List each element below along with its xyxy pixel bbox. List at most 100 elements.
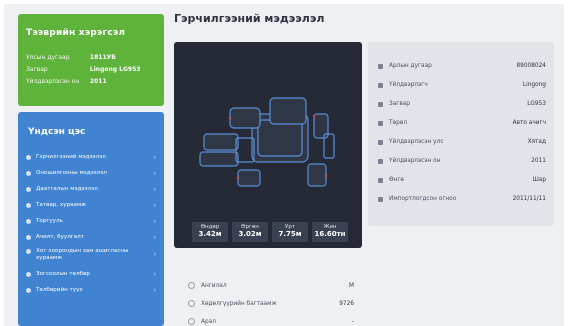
menu-item-label: Хот хоорондын зам ашигласны хураамж — [36, 248, 129, 261]
document-icon — [26, 155, 31, 160]
spec-row-import-date: Импортлогдсон огноо 2011/11/11 — [378, 193, 546, 205]
dimension-height: Өндөр 3.42м — [192, 222, 228, 242]
page-title: Гэрчилгээний мэдээлэл — [174, 12, 325, 25]
color-icon — [378, 177, 383, 183]
circle-icon — [188, 300, 195, 307]
spec-label: Импортлогдсон огноо — [389, 196, 457, 202]
chevron-right-icon: › — [153, 186, 156, 193]
menu-item-fines[interactable]: Торгууль › — [24, 214, 158, 229]
dimension-weight: Жин 16.60тн — [312, 222, 348, 242]
spec-value: 89008024 — [516, 63, 546, 69]
extra-row-category: Ангилал M — [188, 280, 354, 292]
vehicle-row-label: Үйлдвэрлэсэн он — [26, 78, 80, 85]
menu-item-label: Төлбөрийн түүх — [36, 287, 83, 293]
menu-item-label: Зогсоолын төлбөр — [36, 271, 90, 277]
menu-item-label: Ачилт, буулгалт — [36, 234, 85, 240]
dimension-label: Өргөн — [241, 224, 259, 230]
extra-row-engine: Хөдөлгүүрийн багтаамж 9726 — [188, 298, 354, 310]
dimension-label: Урт — [284, 224, 296, 230]
chevron-right-icon: › — [153, 287, 156, 294]
dimension-value: 3.02м — [238, 230, 262, 238]
spec-value: 2011/11/11 — [512, 196, 546, 202]
menu-item-label: Даатгалын мэдээлэл — [36, 186, 98, 192]
chevron-right-icon: › — [153, 271, 156, 278]
main-menu: Үндсэн цэс Гэрчилгээний мэдээлэл › Оноши… — [18, 112, 164, 326]
fine-icon — [26, 219, 31, 224]
circle-icon — [188, 282, 195, 289]
vehicle-model-row: Загвар Lingong LG953 — [26, 66, 158, 73]
umbrella-icon — [26, 187, 31, 192]
spec-value: Авто ачигч — [512, 120, 546, 126]
menu-item-label: Торгууль — [36, 218, 63, 224]
spec-label: Өнгө — [389, 177, 404, 183]
vehicle-row-value: 1811УБ — [89, 54, 116, 61]
vehicle-outline-illustration — [199, 97, 335, 187]
spec-value: Хятад — [527, 139, 546, 145]
spec-value: Шар — [532, 177, 546, 183]
menu-item-diagnostics[interactable]: Оношилгооны мэдээлэл › — [24, 166, 158, 181]
spec-label: Төрөл — [389, 120, 408, 126]
menu-item-label: Татвар, хураамж — [36, 202, 87, 208]
spec-label: Загвар — [389, 101, 410, 107]
model-icon — [378, 101, 383, 107]
extra-label: Арал — [201, 319, 216, 325]
vehicle-type-icon — [378, 120, 383, 126]
menu-item-certificate[interactable]: Гэрчилгээний мэдээлэл › — [24, 150, 158, 165]
spec-value: Lingong — [522, 82, 546, 88]
menu-item-insurance[interactable]: Даатгалын мэдээлэл › — [24, 182, 158, 197]
chevron-right-icon: › — [153, 234, 156, 241]
chevron-right-icon: › — [153, 218, 156, 225]
chevron-right-icon: › — [153, 170, 156, 177]
spec-row-chassis: Арлын дугаар 89008024 — [378, 60, 546, 72]
dimension-length: Урт 7.75м — [272, 222, 308, 242]
menu-item-label: Оношилгооны мэдээлэл — [36, 170, 107, 176]
vehicle-row-label: Улсын дугаар — [26, 54, 70, 61]
dimension-value: 7.75м — [278, 230, 302, 238]
spec-row-manufacturer: Үйлдвэрлэгч Lingong — [378, 79, 546, 91]
vehicle-row-value: Lingong LG953 — [89, 66, 141, 73]
chevron-right-icon: › — [153, 154, 156, 161]
import-date-icon — [378, 196, 383, 202]
spec-label: Үйлдвэрлэгч — [389, 82, 428, 88]
menu-item-loading[interactable]: Ачилт, буулгалт › — [24, 230, 158, 245]
spec-label: Үйлдвэрлэсэн он — [389, 158, 441, 164]
spec-value: LG953 — [527, 101, 546, 107]
extra-value: 9726 — [339, 301, 354, 307]
menu-item-tax[interactable]: Татвар, хураамж › — [24, 198, 158, 213]
id-card-icon — [378, 63, 383, 69]
chevron-right-icon: › — [153, 251, 156, 258]
spec-value: 2011 — [531, 158, 546, 164]
calendar-icon — [378, 158, 383, 164]
spec-row-type: Төрөл Авто ачигч — [378, 117, 546, 129]
spec-label: Үйлдвэрлэсэн улс — [389, 139, 444, 145]
extra-label: Ангилал — [201, 283, 227, 289]
menu-item-payment-history[interactable]: Төлбөрийн түүх › — [24, 283, 158, 298]
menu-item-road-toll[interactable]: Хот хоорондын зам ашигласны хураамж › — [24, 246, 158, 264]
vehicle-row-value: 2011 — [89, 78, 107, 85]
dimension-label: Жин — [323, 224, 337, 230]
photo-frame: Тээврийн хэрэгсэл Улсын дугаар 1811УБ За… — [0, 0, 568, 326]
spec-row-model: Загвар LG953 — [378, 98, 546, 110]
road-icon — [26, 249, 31, 254]
vehicle-plate-row: Улсын дугаар 1811УБ — [26, 54, 158, 61]
dimension-value: 16.60тн — [314, 230, 346, 238]
menu-title: Үндсэн цэс — [28, 127, 86, 137]
menu-item-parking[interactable]: Зогсоолын төлбөр › — [24, 267, 158, 282]
chevron-right-icon: › — [153, 202, 156, 209]
diagnostics-icon — [26, 171, 31, 176]
vehicle-card-title: Тээврийн хэрэгсэл — [26, 28, 126, 38]
dimension-width: Өргөн 3.02м — [232, 222, 268, 242]
vehicle-summary-card: Тээврийн хэрэгсэл Улсын дугаар 1811УБ За… — [18, 14, 164, 106]
extra-label: Хөдөлгүүрийн багтаамж — [201, 301, 277, 307]
menu-item-label: Гэрчилгээний мэдээлэл — [36, 154, 106, 160]
vehicle-year-row: Үйлдвэрлэсэн он 2011 — [26, 78, 158, 85]
vehicle-row-label: Загвар — [26, 66, 48, 73]
circle-icon — [188, 318, 195, 325]
history-icon — [26, 288, 31, 293]
extra-value: M — [348, 283, 354, 289]
dimensions-bar: Өндөр 3.42м Өргөн 3.02м Урт 7.75м Жин 16… — [192, 222, 352, 244]
dimension-label: Өндөр — [200, 224, 220, 230]
spec-row-color: Өнгө Шар — [378, 174, 546, 186]
spec-label: Арлын дугаар — [389, 63, 432, 69]
factory-icon — [378, 82, 383, 88]
